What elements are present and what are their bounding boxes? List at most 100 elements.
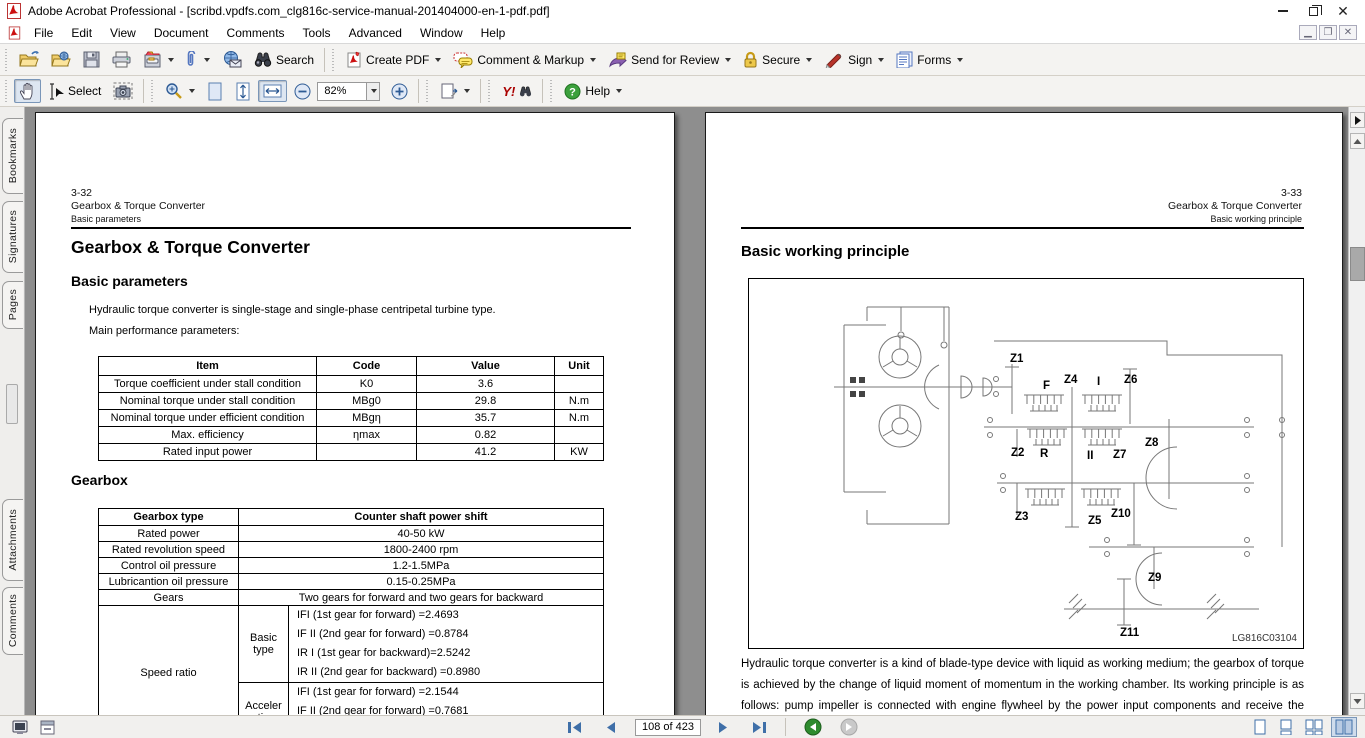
secure-label: Secure: [762, 53, 800, 67]
scroll-down-button[interactable]: [1350, 693, 1365, 709]
zoom-level-dropdown-button[interactable]: [367, 82, 380, 101]
first-page-button[interactable]: [563, 719, 587, 736]
gear-label: Z2: [1011, 447, 1024, 459]
select-tool-button[interactable]: Select: [43, 80, 106, 103]
comment-markup-label: Comment & Markup: [477, 53, 584, 67]
header-chapter: Gearbox & Torque Converter: [1168, 200, 1302, 213]
sign-button[interactable]: Sign: [819, 49, 889, 71]
status-window-button[interactable]: [36, 718, 59, 737]
send-for-review-button[interactable]: Send for Review: [603, 49, 736, 71]
view-toolbar: Select 82% Y! ?Help: [0, 76, 1365, 107]
tab-comments[interactable]: Comments: [2, 587, 23, 655]
scroll-up-button[interactable]: [1350, 133, 1365, 149]
menu-edit[interactable]: Edit: [62, 24, 101, 42]
zoom-level-combobox[interactable]: 82%: [317, 82, 367, 101]
fit-width-button[interactable]: [258, 80, 287, 102]
section-title: Basic parameters: [71, 273, 188, 289]
acrobat-doc-icon: [8, 26, 21, 40]
menu-tools[interactable]: Tools: [294, 24, 340, 42]
printer-icon: [112, 51, 131, 68]
attach-button[interactable]: [181, 48, 215, 72]
tab-pages[interactable]: Pages: [2, 281, 23, 329]
view-forward-button[interactable]: [836, 716, 862, 738]
gear-label: Z9: [1148, 572, 1161, 584]
performance-parameters-table: Item Code Value Unit Torque coefficient …: [98, 356, 604, 461]
zoom-level-value: 82%: [324, 85, 346, 97]
prev-page-button[interactable]: [601, 719, 621, 736]
last-page-button[interactable]: [747, 719, 771, 736]
layout-single-button[interactable]: [1249, 717, 1271, 737]
help-button[interactable]: ?Help: [559, 80, 627, 103]
tab-attachments[interactable]: Attachments: [2, 499, 23, 581]
forms-button[interactable]: Forms: [891, 48, 968, 71]
window-close-button[interactable]: ✕: [1335, 4, 1351, 18]
layout-continuous-button[interactable]: [1275, 717, 1297, 737]
toolbar-grip[interactable]: [5, 80, 10, 102]
toolbar-grip[interactable]: [332, 49, 337, 71]
fit-height-button[interactable]: [230, 79, 256, 104]
window-minimize-button[interactable]: [1275, 4, 1291, 18]
doc-restore-button[interactable]: ❐: [1319, 25, 1337, 40]
page-indicator-input[interactable]: 108 of 423: [635, 719, 701, 736]
scroll-thumb[interactable]: [1350, 247, 1365, 281]
menu-comments[interactable]: Comments: [218, 24, 294, 42]
window-restore-button[interactable]: [1305, 4, 1321, 18]
acceleration-label: Acceler ation: [239, 683, 289, 716]
binoculars-icon: [254, 52, 272, 67]
toolbar-grip[interactable]: [151, 80, 156, 102]
menu-file[interactable]: File: [25, 24, 62, 42]
fit-page-button[interactable]: [202, 79, 228, 104]
print-button[interactable]: [107, 48, 136, 71]
save-button[interactable]: [78, 48, 105, 71]
menu-help[interactable]: Help: [472, 24, 515, 42]
hand-tool-button[interactable]: [14, 79, 41, 103]
next-page-button[interactable]: [713, 719, 733, 736]
toolbar-grip[interactable]: [426, 80, 431, 102]
save-icon: [83, 51, 100, 68]
menu-window[interactable]: Window: [411, 24, 472, 42]
pane-toggle-button[interactable]: [1350, 112, 1365, 128]
vertical-scrollbar[interactable]: [1348, 107, 1365, 715]
create-pdf-icon: [346, 51, 362, 68]
tab-bookmarks[interactable]: Bookmarks: [2, 118, 23, 194]
yahoo-search-button[interactable]: Y!: [497, 81, 537, 102]
status-monitor-button[interactable]: [8, 718, 32, 737]
email-globe-icon: [222, 51, 242, 68]
layout-facing-button[interactable]: [1301, 717, 1327, 737]
page-setup-button[interactable]: [435, 79, 475, 103]
dropdown-arrow-icon: [371, 89, 377, 93]
view-back-button[interactable]: [800, 716, 826, 738]
camera-icon: [113, 82, 133, 100]
open-button[interactable]: [14, 48, 44, 71]
menu-document[interactable]: Document: [145, 24, 218, 42]
gear-label: Z10: [1111, 508, 1131, 520]
gear-label: Z4: [1064, 374, 1078, 386]
snapshot-tool-button[interactable]: [108, 79, 138, 103]
secure-button[interactable]: Secure: [738, 48, 817, 71]
header-rule: [71, 227, 631, 229]
search-button[interactable]: Search: [249, 49, 319, 70]
tab-signatures[interactable]: Signatures: [2, 201, 23, 273]
running-header: 3-33 Gearbox & Torque Converter Basic wo…: [1168, 187, 1302, 226]
comment-markup-button[interactable]: Comment & Markup: [448, 49, 601, 71]
toolbar-grip[interactable]: [488, 80, 493, 102]
page-title: Basic working principle: [741, 243, 909, 260]
doc-close-button[interactable]: ✕: [1339, 25, 1357, 40]
table-row: Rated revolution speed1800-2400 rpm: [99, 542, 604, 558]
organizer-button[interactable]: [138, 48, 179, 71]
email-button[interactable]: [217, 48, 247, 71]
layout-two-up-button[interactable]: [1331, 717, 1357, 737]
table-row: Torque coefficient under stall condition…: [99, 376, 604, 393]
open-web-button[interactable]: [46, 48, 76, 71]
menu-view[interactable]: View: [101, 24, 145, 42]
toolbar-grip[interactable]: [550, 80, 555, 102]
create-pdf-button[interactable]: Create PDF: [341, 48, 446, 71]
zoom-tool-button[interactable]: [160, 79, 200, 103]
doc-minimize-button[interactable]: ▁: [1299, 25, 1317, 40]
pane-grip[interactable]: [6, 384, 18, 424]
zoom-out-button[interactable]: [289, 80, 316, 103]
menu-advanced[interactable]: Advanced: [340, 24, 411, 42]
zoom-in-button[interactable]: [386, 80, 413, 103]
toolbar-grip[interactable]: [5, 49, 10, 71]
document-area[interactable]: 3-32 Gearbox & Torque Converter Basic pa…: [25, 107, 1348, 715]
